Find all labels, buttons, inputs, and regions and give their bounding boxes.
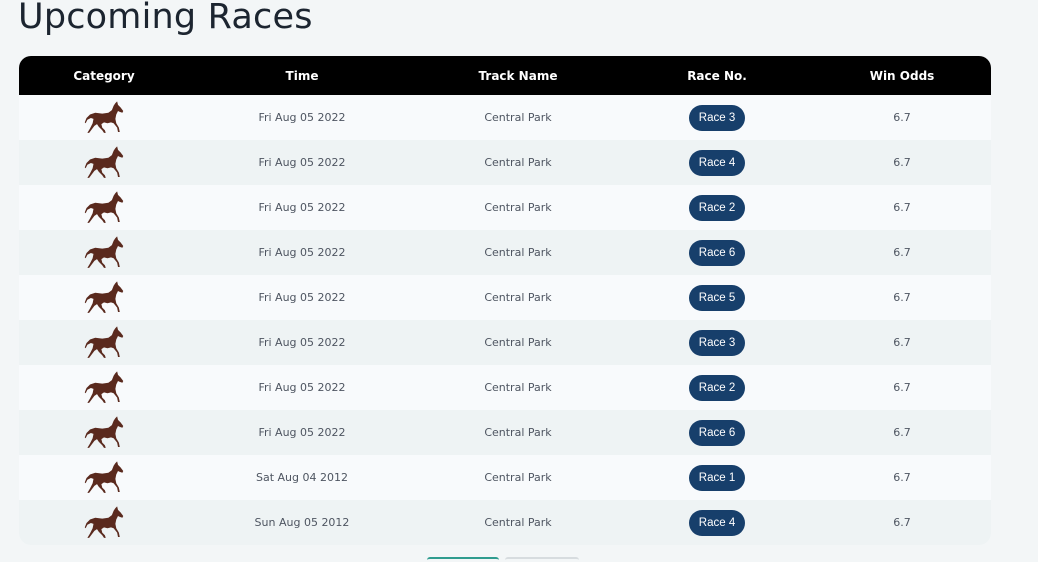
- table-row[interactable]: Fri Aug 05 2022 Central Park Race 5 6.7: [19, 275, 991, 320]
- race-number-button[interactable]: Race 2: [689, 374, 745, 401]
- horse-icon: [84, 460, 124, 493]
- time-cell: Fri Aug 05 2022: [258, 291, 346, 304]
- time-cell: Fri Aug 05 2022: [258, 246, 346, 259]
- page-title: Upcoming Races: [18, 0, 313, 37]
- table-row[interactable]: Sun Aug 05 2012 Central Park Race 4 6.7: [19, 500, 991, 545]
- horse-icon: [84, 370, 124, 403]
- table-body: Fri Aug 05 2022 Central Park Race 3 6.7 …: [19, 95, 991, 545]
- table-row[interactable]: Fri Aug 05 2022 Central Park Race 3 6.7: [19, 95, 991, 140]
- race-no-cell: Race 1: [621, 455, 813, 500]
- time-cell: Fri Aug 05 2022: [258, 336, 346, 349]
- race-no-cell: Race 4: [621, 500, 813, 545]
- race-no-cell: Race 5: [621, 275, 813, 320]
- pagination-page-2[interactable]: [505, 557, 579, 562]
- track-name-link[interactable]: Central Park: [415, 140, 621, 185]
- time-cell: Fri Aug 05 2022: [258, 201, 346, 214]
- table-row[interactable]: Fri Aug 05 2022 Central Park Race 6 6.7: [19, 410, 991, 455]
- race-no-cell: Race 6: [621, 410, 813, 455]
- race-number-button[interactable]: Race 4: [689, 149, 745, 176]
- win-odds-cell: 6.7: [893, 471, 911, 484]
- category-cell: [19, 500, 189, 545]
- category-cell: [19, 185, 189, 230]
- race-no-cell: Race 6: [621, 230, 813, 275]
- horse-icon: [84, 145, 124, 178]
- category-cell: [19, 140, 189, 185]
- win-odds-cell: 6.7: [893, 111, 911, 124]
- time-cell: Sun Aug 05 2012: [254, 516, 350, 529]
- track-name-link[interactable]: Central Park: [415, 500, 621, 545]
- race-no-cell: Race 4: [621, 140, 813, 185]
- track-name-link[interactable]: Central Park: [415, 185, 621, 230]
- header-row: Category Time Track Name Race No. Win Od…: [19, 56, 991, 95]
- race-number-button[interactable]: Race 2: [689, 194, 745, 221]
- column-header-win-odds[interactable]: Win Odds: [813, 56, 991, 95]
- table-row[interactable]: Fri Aug 05 2022 Central Park Race 6 6.7: [19, 230, 991, 275]
- track-name-link[interactable]: Central Park: [415, 95, 621, 140]
- win-odds-cell: 6.7: [893, 336, 911, 349]
- race-no-cell: Race 3: [621, 95, 813, 140]
- horse-icon: [84, 415, 124, 448]
- race-number-button[interactable]: Race 5: [689, 284, 745, 311]
- table-row[interactable]: Fri Aug 05 2022 Central Park Race 2 6.7: [19, 185, 991, 230]
- win-odds-cell: 6.7: [893, 381, 911, 394]
- category-cell: [19, 275, 189, 320]
- race-no-cell: Race 2: [621, 185, 813, 230]
- pagination-page-1[interactable]: [427, 557, 499, 562]
- horse-icon: [84, 235, 124, 268]
- track-name-link[interactable]: Central Park: [415, 410, 621, 455]
- track-name-link[interactable]: Central Park: [415, 275, 621, 320]
- win-odds-cell: 6.7: [893, 156, 911, 169]
- category-cell: [19, 365, 189, 410]
- track-name-link[interactable]: Central Park: [415, 365, 621, 410]
- race-no-cell: Race 3: [621, 320, 813, 365]
- table-header: Category Time Track Name Race No. Win Od…: [19, 56, 991, 95]
- win-odds-cell: 6.7: [893, 201, 911, 214]
- table-row[interactable]: Sat Aug 04 2012 Central Park Race 1 6.7: [19, 455, 991, 500]
- race-number-button[interactable]: Race 1: [689, 464, 745, 491]
- race-number-button[interactable]: Race 3: [689, 329, 745, 356]
- win-odds-cell: 6.7: [893, 516, 911, 529]
- horse-icon: [84, 280, 124, 313]
- category-cell: [19, 410, 189, 455]
- race-no-cell: Race 2: [621, 365, 813, 410]
- win-odds-cell: 6.7: [893, 426, 911, 439]
- races-table-card: Category Time Track Name Race No. Win Od…: [19, 56, 991, 545]
- category-cell: [19, 230, 189, 275]
- table-row[interactable]: Fri Aug 05 2022 Central Park Race 2 6.7: [19, 365, 991, 410]
- track-name-link[interactable]: Central Park: [415, 455, 621, 500]
- win-odds-cell: 6.7: [893, 246, 911, 259]
- horse-icon: [84, 325, 124, 358]
- column-header-category[interactable]: Category: [19, 56, 189, 95]
- horse-icon: [84, 100, 124, 133]
- table-row[interactable]: Fri Aug 05 2022 Central Park Race 3 6.7: [19, 320, 991, 365]
- time-cell: Fri Aug 05 2022: [258, 381, 346, 394]
- time-cell: Fri Aug 05 2022: [258, 111, 346, 124]
- time-cell: Sat Aug 04 2012: [256, 471, 348, 484]
- race-number-button[interactable]: Race 6: [689, 239, 745, 266]
- race-number-button[interactable]: Race 3: [689, 104, 745, 131]
- races-table: Category Time Track Name Race No. Win Od…: [19, 56, 991, 545]
- table-row[interactable]: Fri Aug 05 2022 Central Park Race 4 6.7: [19, 140, 991, 185]
- horse-icon: [84, 505, 124, 538]
- track-name-link[interactable]: Central Park: [415, 320, 621, 365]
- time-cell: Fri Aug 05 2022: [258, 156, 346, 169]
- time-cell: Fri Aug 05 2022: [258, 426, 346, 439]
- horse-icon: [84, 190, 124, 223]
- column-header-time[interactable]: Time: [189, 56, 415, 95]
- category-cell: [19, 95, 189, 140]
- race-number-button[interactable]: Race 6: [689, 419, 745, 446]
- win-odds-cell: 6.7: [893, 291, 911, 304]
- page: Upcoming Races Category Time Track Name …: [0, 0, 1038, 562]
- race-number-button[interactable]: Race 4: [689, 509, 745, 536]
- track-name-link[interactable]: Central Park: [415, 230, 621, 275]
- category-cell: [19, 455, 189, 500]
- column-header-track-name[interactable]: Track Name: [415, 56, 621, 95]
- column-header-race-no[interactable]: Race No.: [621, 56, 813, 95]
- category-cell: [19, 320, 189, 365]
